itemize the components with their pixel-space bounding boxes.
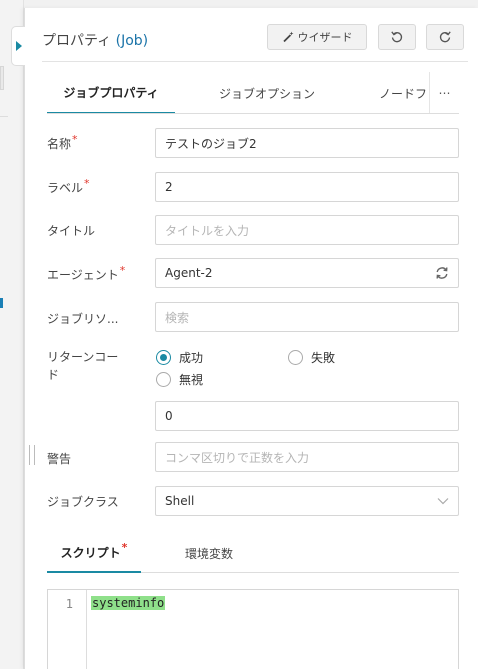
job-class-select[interactable]: Shell (155, 486, 459, 516)
panel-title-text: プロパティ (42, 33, 112, 49)
line-number: 1 (65, 597, 73, 611)
return-code-label-line1: リターンコー (47, 350, 119, 364)
job-class-label: ジョブクラス (47, 495, 119, 509)
wizard-button[interactable]: ウイザード (267, 24, 367, 50)
property-tabs: ジョブプロパティ ジョブオプション ノードフ ⋯ (47, 72, 459, 114)
radio-success-label: 成功 (179, 351, 204, 365)
wizard-button-label: ウイザード (297, 31, 353, 44)
return-code-field[interactable]: 0 (155, 401, 459, 431)
radio-failure-circle[interactable] (288, 350, 303, 365)
tab-job-properties[interactable]: ジョブプロパティ (47, 72, 175, 113)
warning-field[interactable]: コンマ区切りで正数を入力 (155, 442, 459, 472)
chevron-right-icon (15, 41, 22, 51)
job-resource-search-field[interactable]: 検索 (155, 302, 459, 332)
required-marker: * (72, 133, 78, 146)
return-code-label: リターンコー ド (47, 348, 118, 384)
agent-field[interactable]: Agent-2 (155, 258, 459, 288)
resize-handle[interactable] (29, 445, 35, 465)
title-row: タイトル タイトルを入力 (47, 215, 459, 245)
script-editor[interactable]: 1 systeminfo (47, 589, 459, 669)
radio-success[interactable]: 成功 (156, 349, 203, 366)
job-resource-row: ジョブリソ... 検索 (47, 302, 459, 332)
tab-job-options[interactable]: ジョブオプション (219, 72, 315, 113)
undo-button[interactable] (378, 24, 416, 50)
redo-button[interactable] (426, 24, 464, 50)
radio-ignore[interactable]: 無視 (156, 371, 203, 388)
tab-script[interactable]: スクリプト * (47, 533, 141, 573)
script-tabs: スクリプト * 環境変数 (47, 533, 459, 573)
redo-icon (439, 31, 451, 43)
job-class-row: ジョブクラス Shell (47, 486, 459, 516)
panel-title-type: (Job) (115, 33, 149, 49)
name-field[interactable]: テストのジョブ2 (155, 128, 459, 158)
radio-ignore-circle[interactable] (156, 372, 171, 387)
radio-failure-label: 失敗 (311, 351, 336, 365)
label-row: ラベル* 2 (47, 172, 459, 202)
job-resource-label: ジョブリソ... (47, 312, 119, 326)
tab-node[interactable]: ノードフ (379, 72, 427, 113)
return-code-value-row: 0 (47, 401, 459, 431)
label-field[interactable]: 2 (155, 172, 459, 202)
agent-row: エージェント* Agent-2 (47, 258, 459, 288)
return-code-label-line2: ド (47, 368, 60, 382)
radio-ignore-label: 無視 (179, 373, 204, 387)
radio-failure[interactable]: 失敗 (288, 349, 335, 366)
tabs-more-button[interactable]: ⋯ (429, 72, 459, 113)
name-label: 名称* (47, 133, 78, 152)
warning-row: 警告 コンマ区切りで正数を入力 (47, 442, 459, 472)
job-class-value: Shell (165, 494, 195, 508)
title-label: タイトル (47, 224, 96, 238)
required-marker: * (84, 177, 90, 190)
panel-title: プロパティ (Job) (42, 30, 148, 50)
name-label-text: 名称 (47, 137, 72, 151)
panel-collapse-toggle[interactable] (11, 26, 25, 66)
chevron-down-icon (437, 498, 449, 505)
tab-script-label: スクリプト (60, 545, 121, 560)
background-marker (0, 298, 3, 308)
required-marker: * (121, 540, 128, 554)
agent-label: エージェント* (47, 264, 126, 283)
magic-wand-icon (282, 31, 293, 43)
name-row: 名称* テストのジョブ2 (47, 128, 459, 158)
editor-gutter: 1 (48, 590, 87, 669)
code-line[interactable]: systeminfo (91, 596, 166, 610)
agent-value: Agent-2 (165, 266, 213, 280)
required-marker: * (119, 264, 126, 277)
label-label-text: ラベル (47, 181, 84, 195)
properties-panel: プロパティ (Job) ウイザード ジョブプロパティ ジョブオプション ノードフ… (11, 8, 478, 669)
refresh-icon[interactable] (435, 266, 449, 280)
warning-label: 警告 (47, 452, 72, 466)
label-label: ラベル* (47, 177, 90, 196)
panel-header: プロパティ (Job) ウイザード (42, 16, 468, 62)
tab-env-vars[interactable]: 環境変数 (185, 533, 233, 573)
radio-success-circle[interactable] (156, 350, 171, 365)
title-field[interactable]: タイトルを入力 (155, 215, 459, 245)
background-page (0, 0, 24, 669)
background-divider (0, 116, 8, 117)
agent-label-text: エージェント (47, 268, 119, 282)
undo-icon (391, 31, 403, 43)
background-input (0, 66, 4, 90)
